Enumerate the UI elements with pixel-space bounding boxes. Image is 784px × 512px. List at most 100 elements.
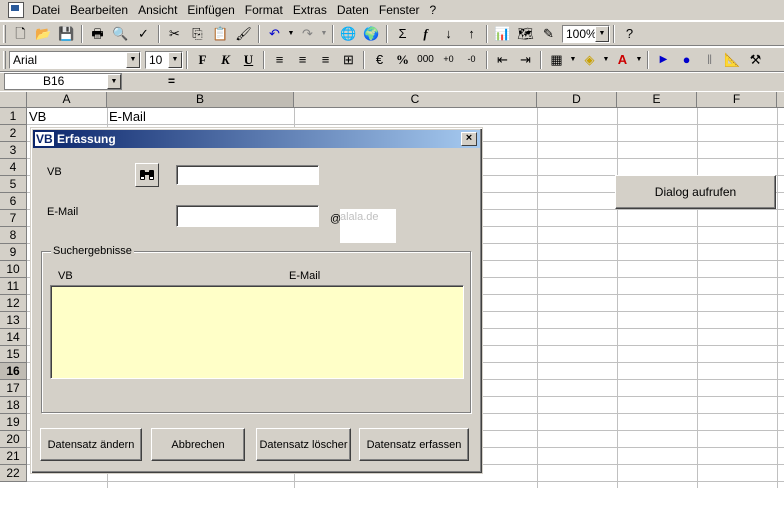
cell-b1[interactable]: E-Mail [107, 108, 146, 125]
drawing-icon[interactable]: ✎ [537, 23, 560, 45]
fill-color-icon[interactable]: ◈ [578, 49, 601, 71]
row-header-20[interactable]: 20 [0, 431, 27, 448]
column-header-b[interactable]: B [107, 92, 294, 108]
formula-equals-icon[interactable]: = [168, 74, 175, 88]
row-header-13[interactable]: 13 [0, 312, 27, 329]
email-input[interactable] [176, 205, 319, 227]
menu-einfuegen[interactable]: Einfügen [183, 1, 240, 19]
name-box[interactable]: B16 ▼ [4, 73, 122, 90]
menu-daten[interactable]: Daten [333, 1, 375, 19]
autosum-icon[interactable]: Σ [391, 23, 414, 45]
row-header-17[interactable]: 17 [0, 380, 27, 397]
column-header-c[interactable]: C [294, 92, 537, 108]
row-header-7[interactable]: 7 [0, 210, 27, 227]
menu-datei[interactable]: Datei [28, 1, 66, 19]
sort-descending-icon[interactable]: ↑ [460, 23, 483, 45]
chart-wizard-icon[interactable]: 📊 [491, 23, 514, 45]
font-color-dropdown-icon[interactable]: ▼ [634, 49, 644, 71]
search-button[interactable] [135, 163, 159, 187]
office-assistant-icon[interactable]: ? [618, 23, 641, 45]
menu-ansicht[interactable]: Ansicht [134, 1, 183, 19]
row-header-3[interactable]: 3 [0, 142, 27, 159]
print-icon[interactable]: 🖶 [86, 23, 109, 45]
row-header-15[interactable]: 15 [0, 346, 27, 363]
column-header-f[interactable]: F [697, 92, 777, 108]
bold-button[interactable]: F [191, 49, 214, 71]
row-header-18[interactable]: 18 [0, 397, 27, 414]
font-color-button[interactable]: A [611, 49, 634, 71]
row-header-4[interactable]: 4 [0, 159, 27, 176]
menu-fenster[interactable]: Fenster [375, 1, 426, 19]
row-header-19[interactable]: 19 [0, 414, 27, 431]
menu-help[interactable]: ? [426, 1, 443, 19]
redo-icon[interactable]: ↷ [296, 23, 319, 45]
row-header-16[interactable]: 16 [0, 363, 27, 380]
select-all-corner[interactable] [0, 92, 27, 108]
map-icon[interactable]: 🗺 [514, 23, 537, 45]
cell-a1[interactable]: VB [27, 108, 46, 125]
close-button[interactable]: × [461, 132, 477, 146]
row-header-22[interactable]: 22 [0, 465, 27, 482]
undo-dropdown-icon[interactable]: ▼ [286, 23, 296, 45]
datensatz-erfassen-button[interactable]: Datensatz erfassen [359, 428, 469, 461]
row-header-10[interactable]: 10 [0, 261, 27, 278]
font-name-select[interactable]: Arial ▼ [9, 50, 141, 69]
datensatz-loeschen-button[interactable]: Datensatz löscher [256, 428, 351, 461]
column-header-g[interactable] [777, 92, 784, 108]
row-header-11[interactable]: 11 [0, 278, 27, 295]
chevron-down-icon[interactable]: ▼ [107, 74, 121, 89]
chevron-down-icon[interactable]: ▼ [595, 25, 609, 42]
zoom-select[interactable]: 100% ▼ [562, 24, 610, 43]
design-mode-icon[interactable]: 📐 [721, 49, 744, 71]
column-header-a[interactable]: A [27, 92, 107, 108]
pause-macro-icon[interactable]: ‖ [698, 49, 721, 71]
currency-icon[interactable]: € [368, 49, 391, 71]
menu-format[interactable]: Format [241, 1, 289, 19]
toolbox-icon[interactable]: ⚒ [744, 49, 767, 71]
hyperlink-icon[interactable]: 🌐 [337, 23, 360, 45]
abbrechen-button[interactable]: Abbrechen [151, 428, 245, 461]
decrease-indent-icon[interactable]: ⇤ [491, 49, 514, 71]
undo-icon[interactable]: ↶ [263, 23, 286, 45]
row-header-5[interactable]: 5 [0, 176, 27, 193]
column-header-e[interactable]: E [617, 92, 697, 108]
decrease-decimal-icon[interactable]: -0 [460, 49, 483, 71]
menu-bearbeiten[interactable]: Bearbeiten [66, 1, 134, 19]
vb-input[interactable] [176, 165, 319, 185]
row-header-1[interactable]: 1 [0, 108, 27, 125]
new-document-icon[interactable]: 🗋 [9, 23, 32, 45]
save-icon[interactable]: 💾 [55, 23, 78, 45]
function-wizard-icon[interactable]: f [414, 23, 437, 45]
cut-icon[interactable]: ✂ [163, 23, 186, 45]
font-size-select[interactable]: 10 ▼ [145, 50, 183, 69]
toolbar-grip[interactable] [3, 24, 6, 43]
open-folder-icon[interactable]: 📂 [32, 23, 55, 45]
datensatz-aendern-button[interactable]: Datensatz ändern [40, 428, 142, 461]
row-header-12[interactable]: 12 [0, 295, 27, 312]
workbook-icon[interactable] [8, 2, 24, 18]
increase-indent-icon[interactable]: ⇥ [514, 49, 537, 71]
align-left-icon[interactable]: ≡ [268, 49, 291, 71]
chevron-down-icon[interactable]: ▼ [168, 51, 182, 68]
row-header-6[interactable]: 6 [0, 193, 27, 210]
dialog-titlebar[interactable]: VB Erfassung × [33, 130, 480, 148]
print-preview-icon[interactable]: 🔍 [109, 23, 132, 45]
row-header-9[interactable]: 9 [0, 244, 27, 261]
borders-icon[interactable]: ▦ [545, 49, 568, 71]
italic-button[interactable]: K [214, 49, 237, 71]
thousands-button[interactable]: 000 [414, 49, 437, 71]
format-painter-icon[interactable]: 🖌 [232, 23, 255, 45]
fill-color-dropdown-icon[interactable]: ▼ [601, 49, 611, 71]
borders-dropdown-icon[interactable]: ▼ [568, 49, 578, 71]
formula-input[interactable] [184, 73, 784, 90]
toolbar-grip[interactable] [3, 50, 6, 69]
paste-icon[interactable]: 📋 [209, 23, 232, 45]
sort-ascending-icon[interactable]: ↓ [437, 23, 460, 45]
run-macro-icon[interactable]: ▶ [652, 49, 675, 71]
percent-button[interactable]: % [391, 49, 414, 71]
underline-button[interactable]: U [237, 49, 260, 71]
dialog-aufrufen-button[interactable]: Dialog aufrufen [615, 175, 776, 209]
menu-extras[interactable]: Extras [289, 1, 333, 19]
column-header-d[interactable]: D [537, 92, 617, 108]
align-right-icon[interactable]: ≡ [314, 49, 337, 71]
